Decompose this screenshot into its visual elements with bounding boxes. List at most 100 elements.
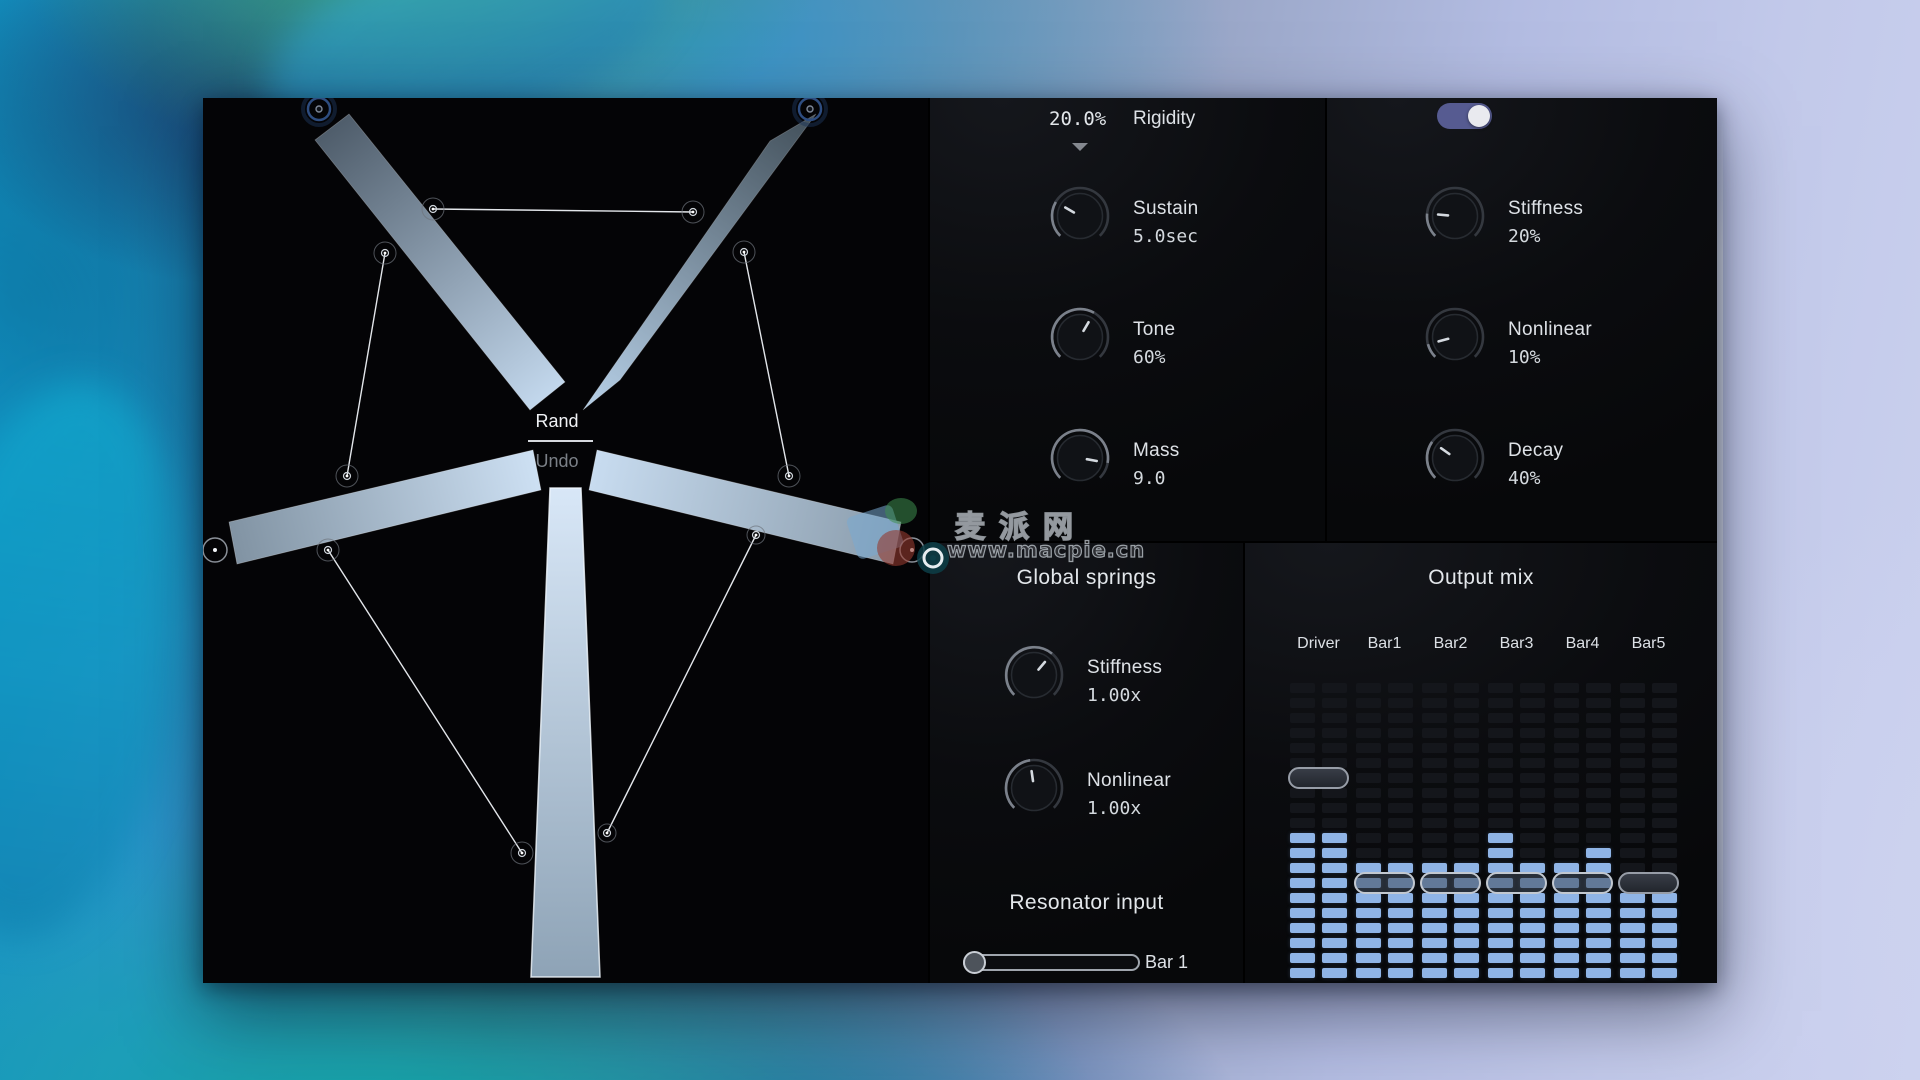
stiffness-value: 20% bbox=[1508, 226, 1541, 247]
mix-channel-label: Bar4 bbox=[1565, 635, 1600, 652]
meter-segment bbox=[1290, 833, 1315, 843]
mix-fader-handle[interactable] bbox=[1552, 872, 1613, 894]
meter-segment bbox=[1322, 728, 1347, 738]
mix-fader-handle[interactable] bbox=[1618, 872, 1679, 894]
meter-segment bbox=[1290, 713, 1315, 723]
meter-segment bbox=[1620, 728, 1645, 738]
meter-segment bbox=[1322, 833, 1347, 843]
fabric-fold bbox=[0, 364, 218, 956]
mix-fader-bar4[interactable] bbox=[1552, 683, 1613, 978]
meter-segment bbox=[1356, 803, 1381, 813]
mix-fader-bar2[interactable] bbox=[1420, 683, 1481, 978]
material-toggle[interactable] bbox=[1437, 103, 1492, 129]
sustain-knob[interactable] bbox=[1049, 185, 1111, 247]
meter-segment bbox=[1454, 923, 1479, 933]
mix-fader-handle[interactable] bbox=[1486, 872, 1547, 894]
nonlinear-value: 10% bbox=[1508, 347, 1541, 368]
meter-segment bbox=[1620, 893, 1645, 903]
meter-segment bbox=[1454, 803, 1479, 813]
meter-segment bbox=[1322, 923, 1347, 933]
meter-segment bbox=[1586, 728, 1611, 738]
meter-segment bbox=[1586, 923, 1611, 933]
meter-segment bbox=[1488, 818, 1513, 828]
mix-fader-bar1[interactable] bbox=[1354, 683, 1415, 978]
meter-segment bbox=[1652, 893, 1677, 903]
edge-node[interactable] bbox=[202, 537, 228, 563]
meter-segment bbox=[1290, 908, 1315, 918]
meter-segment bbox=[1586, 968, 1611, 978]
decay-label: Decay bbox=[1508, 440, 1564, 461]
mix-fader-handle[interactable] bbox=[1354, 872, 1415, 894]
resonator-input-slider[interactable] bbox=[963, 951, 1140, 974]
tone-knob[interactable] bbox=[1049, 306, 1111, 368]
bar-top-right[interactable] bbox=[582, 113, 817, 411]
mix-fader-bar3[interactable] bbox=[1486, 683, 1547, 978]
gs-nonlinear-knob[interactable] bbox=[1003, 757, 1065, 819]
resonator-visualization-panel[interactable]: Rand Undo bbox=[202, 91, 928, 983]
meter-segment bbox=[1520, 833, 1545, 843]
decay-control: Decay 40% bbox=[1424, 427, 1664, 489]
gs-stiffness-knob[interactable] bbox=[1003, 644, 1065, 706]
mix-channel-label: Driver bbox=[1297, 635, 1340, 652]
bar-bottom-left[interactable] bbox=[228, 449, 542, 565]
meter-segment bbox=[1422, 773, 1447, 783]
meter-segment bbox=[1554, 728, 1579, 738]
resonator-input-value: Bar 1 bbox=[1145, 952, 1189, 972]
edge-node[interactable] bbox=[899, 537, 925, 563]
meter-segment bbox=[1488, 923, 1513, 933]
decay-value: 40% bbox=[1508, 468, 1541, 489]
meter-segment bbox=[1488, 698, 1513, 708]
bar-bottom-vertical[interactable] bbox=[530, 487, 601, 978]
bar-top-left[interactable] bbox=[314, 113, 566, 411]
rand-button[interactable]: Rand bbox=[507, 411, 607, 432]
meter-segment bbox=[1290, 923, 1315, 933]
mass-label: Mass bbox=[1133, 440, 1180, 461]
mix-fader-bar5[interactable] bbox=[1618, 683, 1679, 978]
bar-bottom-right[interactable] bbox=[588, 449, 902, 565]
meter-segment bbox=[1454, 728, 1479, 738]
meter-segment bbox=[1652, 773, 1677, 783]
meter-segment bbox=[1422, 938, 1447, 948]
decay-knob[interactable] bbox=[1424, 427, 1486, 489]
mix-fader-handle[interactable] bbox=[1288, 767, 1349, 789]
rigidity-drag-arrow-icon[interactable] bbox=[1072, 143, 1088, 151]
mix-channel-label: Bar2 bbox=[1433, 635, 1468, 652]
output-mix-channel-labels: Driver Bar1 Bar2 Bar3 Bar4 Bar5 bbox=[1290, 635, 1677, 653]
resonator-input-slider-handle[interactable] bbox=[963, 951, 986, 974]
meter-segment bbox=[1620, 803, 1645, 813]
mass-knob[interactable] bbox=[1049, 427, 1111, 489]
nonlinear-knob[interactable] bbox=[1424, 306, 1486, 368]
undo-button[interactable]: Undo bbox=[507, 451, 607, 472]
anchor-node[interactable] bbox=[792, 91, 828, 127]
meter-segment bbox=[1586, 938, 1611, 948]
rigidity-value[interactable]: 20.0% bbox=[1049, 108, 1106, 130]
meter-segment bbox=[1652, 683, 1677, 693]
meter-segment bbox=[1454, 968, 1479, 978]
stiffness-knob[interactable] bbox=[1424, 185, 1486, 247]
toggle-knob bbox=[1468, 105, 1490, 127]
meter-segment bbox=[1356, 683, 1381, 693]
meter-segment bbox=[1388, 953, 1413, 963]
meter-segment bbox=[1586, 848, 1611, 858]
anchor-node[interactable] bbox=[301, 91, 337, 127]
mix-fader-driver[interactable] bbox=[1288, 683, 1349, 978]
meter-segment bbox=[1290, 938, 1315, 948]
meter-segment bbox=[1388, 833, 1413, 843]
bars-and-springs-canvas[interactable] bbox=[202, 91, 928, 983]
meter-segment bbox=[1422, 743, 1447, 753]
meter-segment bbox=[1422, 893, 1447, 903]
meter-segment bbox=[1290, 698, 1315, 708]
meter-segment bbox=[1554, 803, 1579, 813]
meter-segment bbox=[1454, 833, 1479, 843]
meter-segment bbox=[1356, 758, 1381, 768]
mix-fader-handle[interactable] bbox=[1420, 872, 1481, 894]
meter-segment bbox=[1554, 713, 1579, 723]
meter-segment bbox=[1652, 848, 1677, 858]
meter-segment bbox=[1322, 878, 1347, 888]
stiffness-control: Stiffness 20% bbox=[1424, 185, 1664, 247]
meter-segment bbox=[1652, 698, 1677, 708]
meter-segment bbox=[1290, 863, 1315, 873]
meter-segment bbox=[1554, 938, 1579, 948]
meter-segment bbox=[1422, 848, 1447, 858]
meter-segment bbox=[1488, 968, 1513, 978]
